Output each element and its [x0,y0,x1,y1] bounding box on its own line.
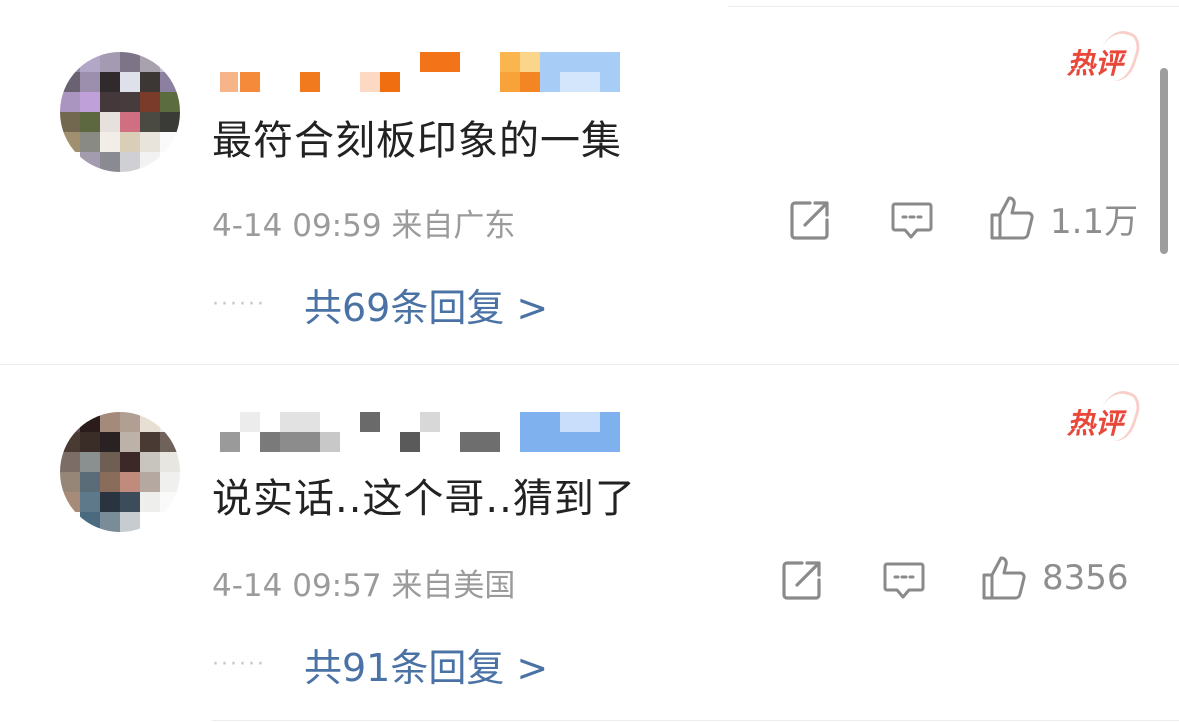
comment-time: 09:59 [292,208,382,244]
comment-date: 4-14 [212,568,283,604]
hot-comment-badge: 热评 [1053,25,1144,90]
reply-count-link[interactable]: 共91条回复 > [304,637,548,692]
comment-text: 最符合刻板印象的一集 [212,118,622,164]
comment-bubble-icon [891,202,933,239]
comment-location: 来自美国 [391,568,516,604]
thumbs-up-icon [990,196,1034,240]
like-count: 8356 [1042,558,1129,598]
dots-separator: ······ [212,651,266,677]
dots-separator: ······ [212,291,266,317]
like-count: 1.1万 [1050,201,1139,242]
like-button[interactable]: 8356 [980,556,1129,600]
avatar[interactable] [60,412,180,532]
view-replies-link[interactable]: ······ 共69条回复 > [212,282,548,330]
comment-time: 09:57 [292,568,382,604]
avatar[interactable] [60,52,180,172]
share-button[interactable] [788,198,832,242]
thumbs-up-icon [982,556,1026,600]
comment-button[interactable] [890,198,934,242]
view-replies-link[interactable]: ······ 共91条回复 > [212,642,548,690]
comment-button[interactable] [882,558,926,602]
comment-location: 来自广东 [391,208,516,244]
share-square-icon [790,201,829,240]
hot-comment-badge: 热评 [1053,385,1144,450]
comment-item: 热评 最符合刻板印象的一集 4-14 09:59 来自广东 1.1万 ·····… [0,0,1179,360]
comment-text: 说实话..这个哥..猜到了 [212,476,636,522]
bottom-divider [212,720,1179,721]
share-square-icon [782,561,821,600]
comment-item: 热评 说实话..这个哥..猜到了 4-14 09:57 来自美国 8356 ··… [0,360,1179,720]
reply-count-link[interactable]: 共69条回复 > [304,277,548,332]
comment-bubble-icon [883,562,925,599]
scrollbar-thumb[interactable] [1160,68,1168,254]
share-button[interactable] [780,558,824,602]
comment-meta: 4-14 09:59 来自广东 [212,200,515,245]
comment-meta: 4-14 09:57 来自美国 [212,560,515,605]
comment-date: 4-14 [212,208,283,244]
like-button[interactable]: 1.1万 [988,196,1139,242]
